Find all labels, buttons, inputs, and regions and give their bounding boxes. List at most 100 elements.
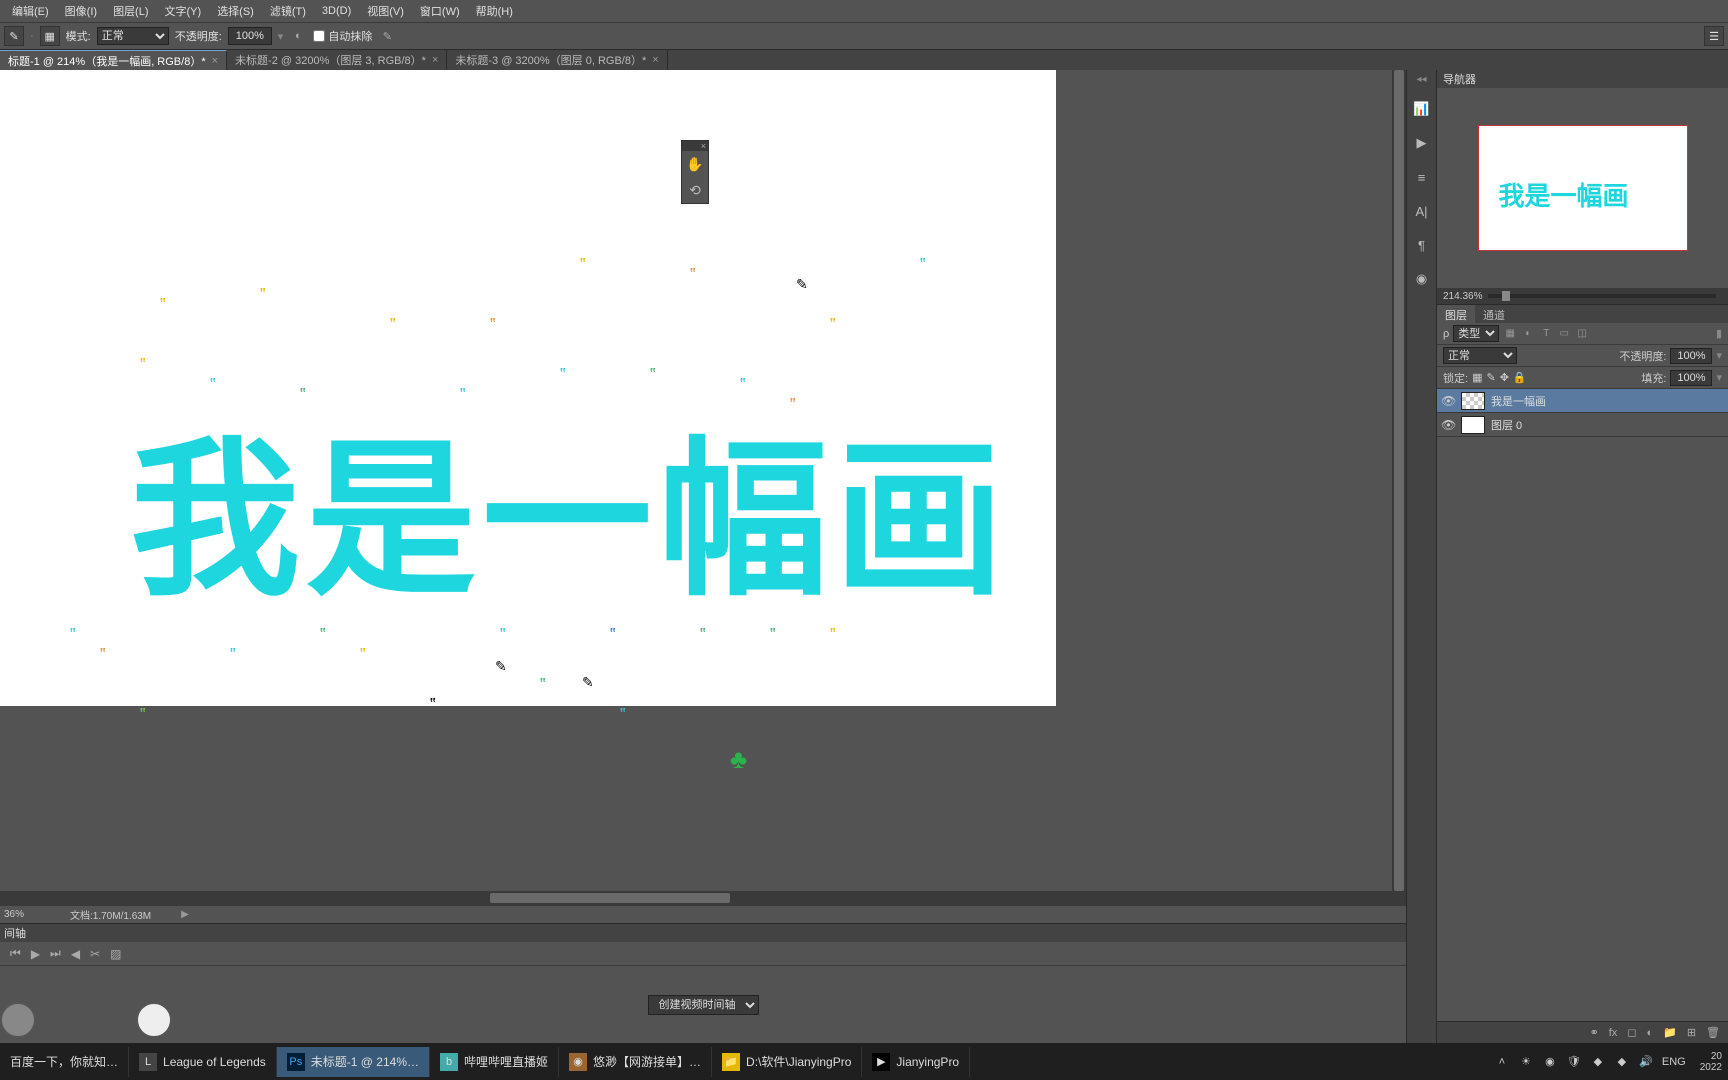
goto-last-icon[interactable]: ⏭ bbox=[50, 946, 61, 961]
new-layer-icon[interactable]: ⊞ bbox=[1687, 1026, 1696, 1039]
close-icon[interactable]: × bbox=[212, 55, 218, 67]
paragraph-icon[interactable]: ¶ bbox=[1412, 235, 1432, 255]
prev-frame-icon[interactable]: ◀ bbox=[71, 947, 80, 961]
close-icon[interactable]: × bbox=[699, 141, 708, 151]
lock-position-icon[interactable]: ✥ bbox=[1500, 371, 1509, 384]
play-icon[interactable]: ▶ bbox=[31, 947, 40, 961]
tray-app-icon[interactable]: ◆ bbox=[1614, 1054, 1630, 1070]
tab-doc-1[interactable]: 标题-1 @ 214%（我是一幅画, RGB/8）*× bbox=[0, 50, 227, 70]
filter-type-icon[interactable]: T bbox=[1539, 327, 1553, 341]
tray-app-icon[interactable]: ◆ bbox=[1590, 1054, 1606, 1070]
layer-group-icon[interactable]: 📁 bbox=[1663, 1026, 1677, 1039]
tray-volume-icon[interactable]: 🔊 bbox=[1638, 1054, 1654, 1070]
pressure-opacity-icon[interactable]: ◐ bbox=[289, 27, 307, 45]
vertical-scrollbar[interactable] bbox=[1392, 70, 1406, 891]
document-canvas[interactable]: 我是一幅画 ‟ ‟ ‟ ‟ ‟ ‟ ‟ ‟ ‟ ‟ ‟ ‟ ‟ ‟ ‟ ‟ ‟ … bbox=[0, 70, 1056, 706]
tab-doc-3[interactable]: 未标题-3 @ 3200%（图层 0, RGB/8）*× bbox=[447, 50, 667, 70]
filter-smart-icon[interactable]: ◫ bbox=[1575, 327, 1589, 341]
create-timeline-select[interactable]: 创建视频时间轴 bbox=[648, 995, 759, 1015]
visibility-icon[interactable]: 👁 bbox=[1441, 394, 1455, 408]
properties-icon[interactable]: ≡ bbox=[1412, 167, 1432, 187]
channels-tab[interactable]: 通道 bbox=[1475, 305, 1513, 323]
taskbar-item-lol[interactable]: LLeague of Legends bbox=[129, 1047, 277, 1077]
hand-tool-icon[interactable]: ✋ bbox=[682, 151, 708, 177]
navigator-zoom[interactable]: 214.36% bbox=[1443, 291, 1482, 302]
horizontal-scrollbar[interactable] bbox=[0, 891, 1406, 905]
panel-toggle-icon[interactable]: ☰ bbox=[1704, 26, 1724, 46]
menu-select[interactable]: 选择(S) bbox=[209, 1, 262, 21]
taskbar-item-explorer[interactable]: 📁D:\软件\JianyingPro bbox=[712, 1047, 862, 1077]
adjustment-layer-icon[interactable]: ◐ bbox=[1646, 1027, 1653, 1039]
tab-doc-2[interactable]: 未标题-2 @ 3200%（图层 3, RGB/8）*× bbox=[227, 50, 447, 70]
ime-indicator[interactable]: ENG bbox=[1662, 1056, 1686, 1068]
filter-shape-icon[interactable]: ▭ bbox=[1557, 327, 1571, 341]
menu-edit[interactable]: 编辑(E) bbox=[4, 1, 57, 21]
navigator-thumbnail[interactable]: 我是一幅画 bbox=[1478, 125, 1688, 251]
menu-window[interactable]: 窗口(W) bbox=[412, 1, 468, 21]
layers-tab[interactable]: 图层 bbox=[1437, 305, 1475, 323]
layer-style-icon[interactable]: fx bbox=[1609, 1027, 1618, 1039]
menu-filter[interactable]: 滤镜(T) bbox=[262, 1, 314, 21]
taskbar-item-jianying[interactable]: ▶JianyingPro bbox=[862, 1047, 970, 1077]
layer-row[interactable]: 👁 我是一幅画 bbox=[1437, 389, 1728, 413]
close-icon[interactable]: × bbox=[652, 54, 658, 66]
collapse-icon[interactable]: ◂◂ bbox=[1416, 74, 1426, 85]
menu-3d[interactable]: 3D(D) bbox=[314, 3, 359, 19]
taskbar-clock[interactable]: 20 2022 bbox=[1694, 1051, 1722, 1073]
tray-weather-icon[interactable]: ☀ bbox=[1518, 1054, 1534, 1070]
link-layers-icon[interactable]: ⚭ bbox=[1590, 1026, 1599, 1039]
layer-mask-icon[interactable]: ◻ bbox=[1627, 1026, 1636, 1039]
layer-name[interactable]: 我是一幅画 bbox=[1491, 393, 1546, 409]
menu-layer[interactable]: 图层(L) bbox=[105, 1, 156, 21]
close-icon[interactable]: × bbox=[432, 54, 438, 66]
filter-toggle-icon[interactable]: ▮ bbox=[1716, 327, 1722, 340]
pressure-size-icon[interactable]: ✎ bbox=[378, 27, 396, 45]
taskbar-item-bilibili[interactable]: b哔哩哔哩直播姬 bbox=[430, 1047, 559, 1077]
actions-icon[interactable]: ▶ bbox=[1412, 133, 1432, 153]
timeline-tab[interactable]: 间轴 bbox=[0, 924, 1406, 942]
brush-preset-icon[interactable]: ▦ bbox=[40, 26, 60, 46]
menu-type[interactable]: 文字(Y) bbox=[157, 1, 210, 21]
goto-first-icon[interactable]: ⏮ bbox=[10, 946, 21, 961]
floating-tool-panel[interactable]: × ✋ ⟲ bbox=[681, 140, 709, 204]
layer-name[interactable]: 图层 0 bbox=[1491, 417, 1522, 433]
tray-shield-icon[interactable]: 🛡 bbox=[1566, 1054, 1582, 1070]
navigator-tab[interactable]: 导航器 bbox=[1437, 70, 1728, 88]
layer-thumbnail[interactable] bbox=[1461, 392, 1485, 410]
pencil-tool-icon[interactable]: ✎ bbox=[4, 26, 24, 46]
filter-adjust-icon[interactable]: ◐ bbox=[1521, 327, 1535, 341]
pencil-cursor: ✎ bbox=[582, 674, 594, 691]
chevron-right-icon[interactable]: ▶ bbox=[181, 909, 189, 920]
scissors-icon[interactable]: ✂ bbox=[90, 947, 100, 961]
layer-fill-input[interactable] bbox=[1670, 370, 1712, 386]
layer-thumbnail[interactable] bbox=[1461, 416, 1485, 434]
tray-chrome-icon[interactable]: ◉ bbox=[1542, 1054, 1558, 1070]
blend-mode-select[interactable]: 正常 bbox=[1443, 347, 1517, 364]
taskbar-item-photoshop[interactable]: Ps未标题-1 @ 214%… bbox=[277, 1047, 430, 1077]
menu-view[interactable]: 视图(V) bbox=[359, 1, 412, 21]
blend-mode-select[interactable]: 正常 bbox=[97, 27, 169, 45]
layer-opacity-input[interactable] bbox=[1670, 348, 1712, 364]
visibility-icon[interactable]: 👁 bbox=[1441, 418, 1455, 432]
layer-kind-select[interactable]: 类型 bbox=[1453, 325, 1499, 342]
rotate-tool-icon[interactable]: ⟲ bbox=[682, 177, 708, 203]
lock-image-icon[interactable]: ✎ bbox=[1486, 371, 1495, 384]
character-icon[interactable]: A| bbox=[1412, 201, 1432, 221]
menu-help[interactable]: 帮助(H) bbox=[468, 1, 521, 21]
auto-erase-checkbox[interactable]: 自动抹除 bbox=[313, 28, 372, 44]
filter-pixel-icon[interactable]: ▦ bbox=[1503, 327, 1517, 341]
zoom-level[interactable]: 36% bbox=[0, 909, 56, 920]
taskbar-item-baidu[interactable]: 百度一下，你就知… bbox=[0, 1047, 129, 1077]
histogram-icon[interactable]: 📊 bbox=[1412, 99, 1432, 119]
lock-transparent-icon[interactable]: ▦ bbox=[1472, 371, 1482, 384]
3d-icon[interactable]: ◉ bbox=[1412, 269, 1432, 289]
taskbar-item-game[interactable]: ◉悠渺【网游接单】… bbox=[559, 1047, 712, 1077]
opacity-input[interactable] bbox=[228, 27, 272, 45]
menu-image[interactable]: 图像(I) bbox=[57, 1, 105, 21]
tray-chevron-up-icon[interactable]: ˄ bbox=[1494, 1054, 1510, 1070]
layer-row[interactable]: 👁 图层 0 bbox=[1437, 413, 1728, 437]
delete-layer-icon[interactable]: 🗑 bbox=[1706, 1026, 1720, 1039]
transition-icon[interactable]: ▨ bbox=[110, 947, 121, 961]
navigator-zoom-slider[interactable] bbox=[1488, 294, 1716, 298]
lock-all-icon[interactable]: 🔒 bbox=[1513, 371, 1527, 384]
